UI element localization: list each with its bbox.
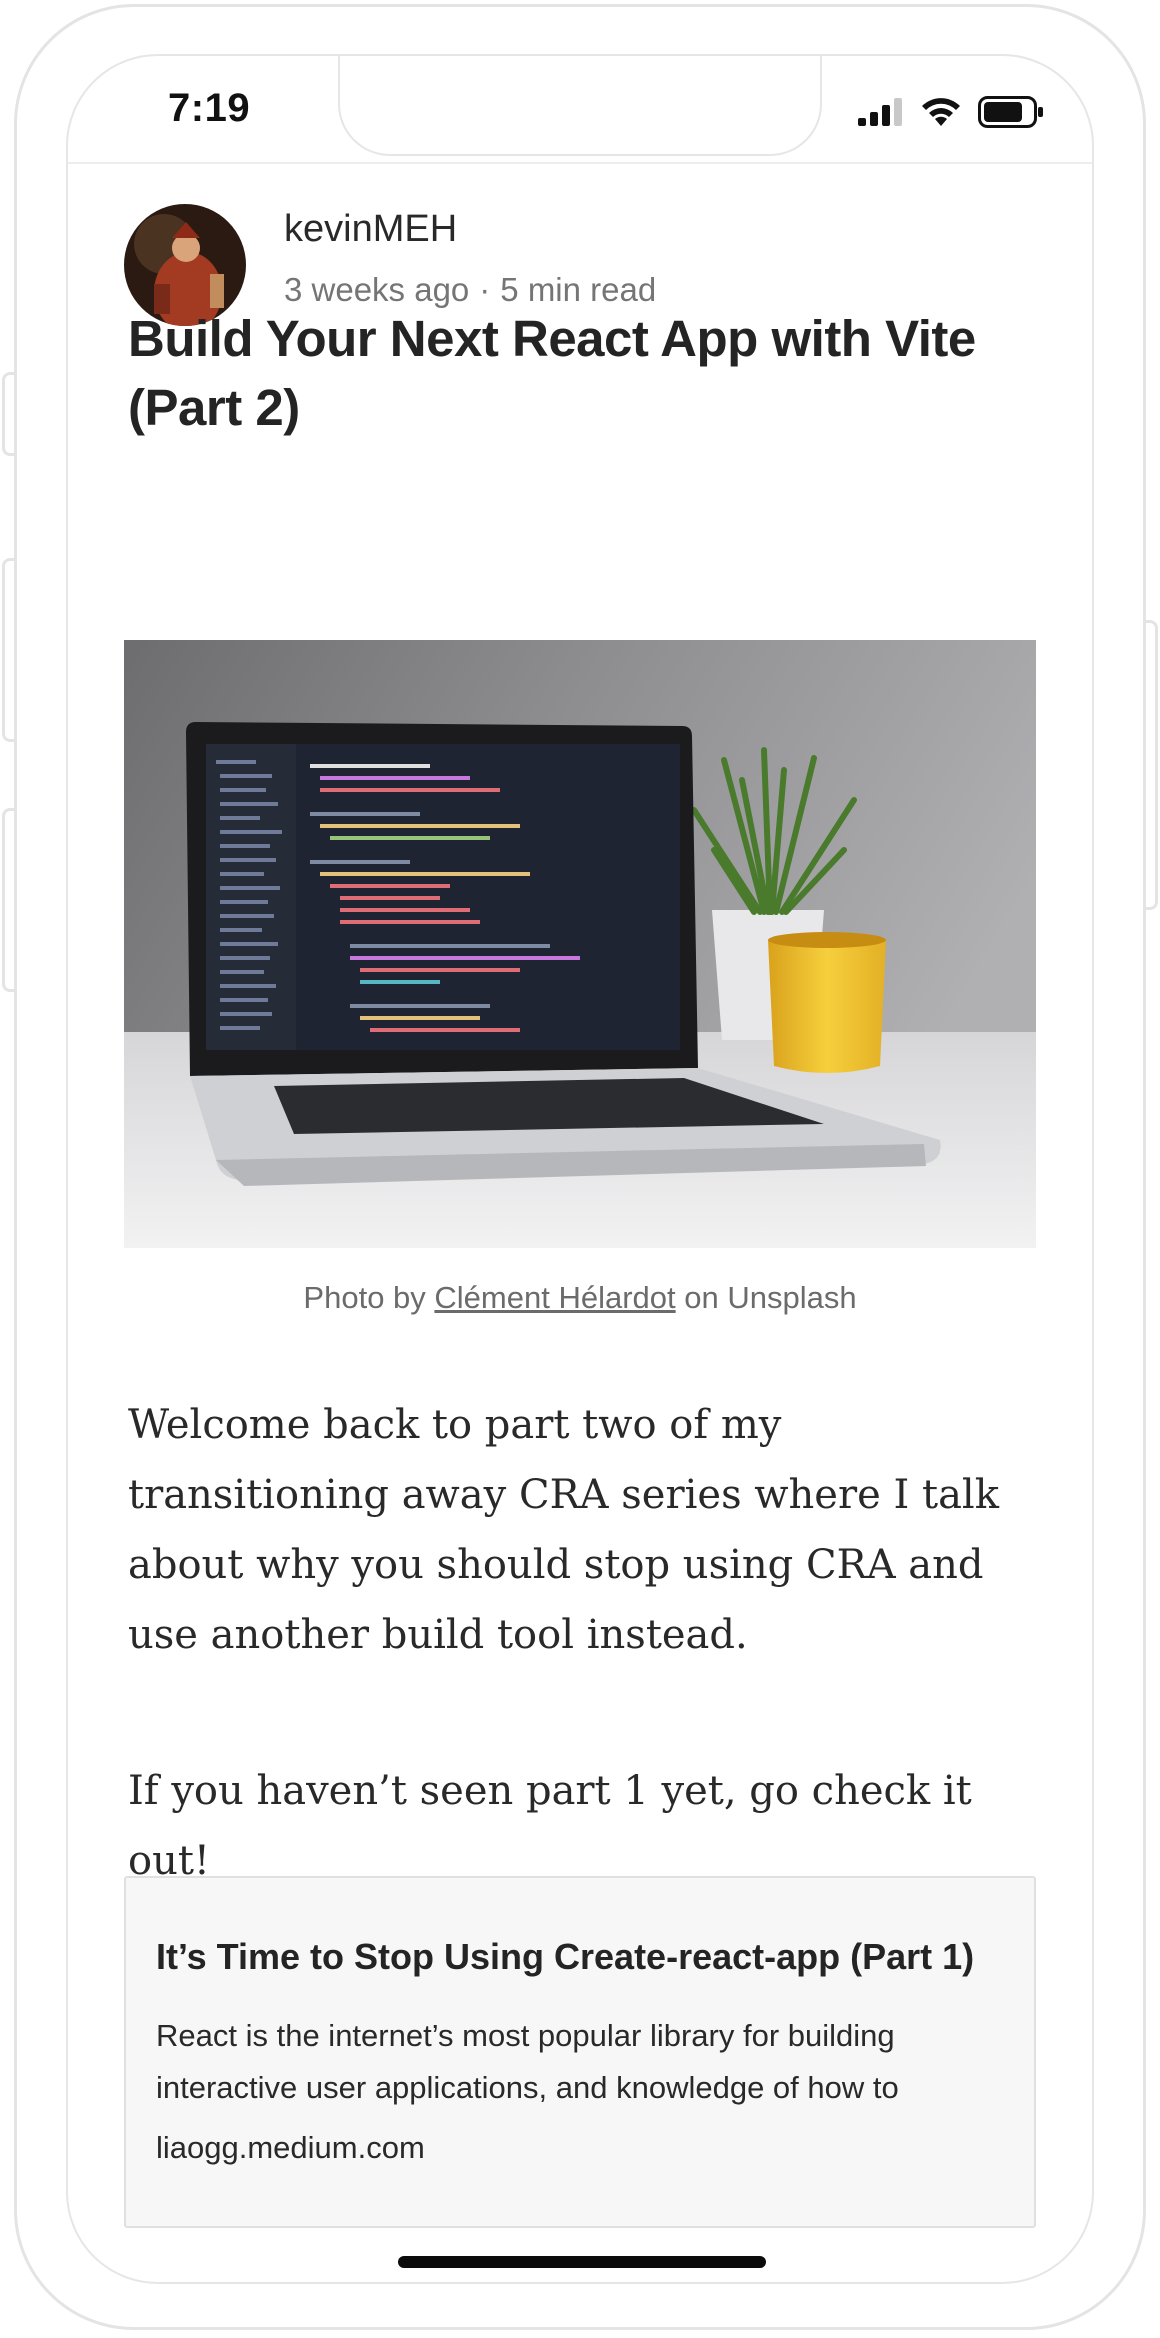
- mute-switch: [2, 372, 14, 456]
- caption-prefix: Photo by: [303, 1280, 435, 1315]
- paragraph: Welcome back to part two of my transitio…: [128, 1402, 999, 1658]
- cellular-signal-icon: [858, 98, 902, 126]
- link-card-domain: liaogg.medium.com: [156, 2130, 425, 2165]
- wifi-icon: [922, 98, 960, 126]
- meta-separator: ·: [479, 271, 491, 308]
- photographer-link[interactable]: Clément Hélardot: [434, 1280, 675, 1315]
- caption-suffix: on Unsplash: [675, 1280, 857, 1315]
- volume-down-button: [2, 808, 14, 992]
- status-time: 7:19: [168, 86, 251, 130]
- paragraph: If you haven’t seen part 1 yet, go check…: [128, 1768, 972, 1884]
- status-icons: [858, 96, 1044, 128]
- notch: [338, 56, 822, 156]
- volume-up-button: [2, 558, 14, 742]
- link-card-description: React is the internet’s most popular lib…: [156, 2018, 899, 2105]
- hero-image: [124, 640, 1036, 1248]
- image-caption: Photo by Clément Hélardot on Unsplash: [68, 1280, 1092, 1316]
- author-name[interactable]: kevinMEH: [284, 208, 457, 251]
- home-indicator[interactable]: [398, 2256, 766, 2268]
- published-time: 3 weeks ago: [284, 271, 470, 308]
- power-button: [1146, 620, 1158, 910]
- link-card-title: It’s Time to Stop Using Create-react-app…: [156, 1936, 975, 1977]
- article-title: Build Your Next React App with Vite (Par…: [128, 310, 976, 437]
- link-preview-card[interactable]: It’s Time to Stop Using Create-react-app…: [124, 1876, 1036, 2228]
- phone-screen: 7:19 kevinMEH 3 weeks ago · 5 min read B…: [66, 54, 1094, 2284]
- read-time: 5 min read: [500, 271, 657, 308]
- battery-icon: [978, 96, 1043, 128]
- status-bar-divider: [68, 162, 1092, 164]
